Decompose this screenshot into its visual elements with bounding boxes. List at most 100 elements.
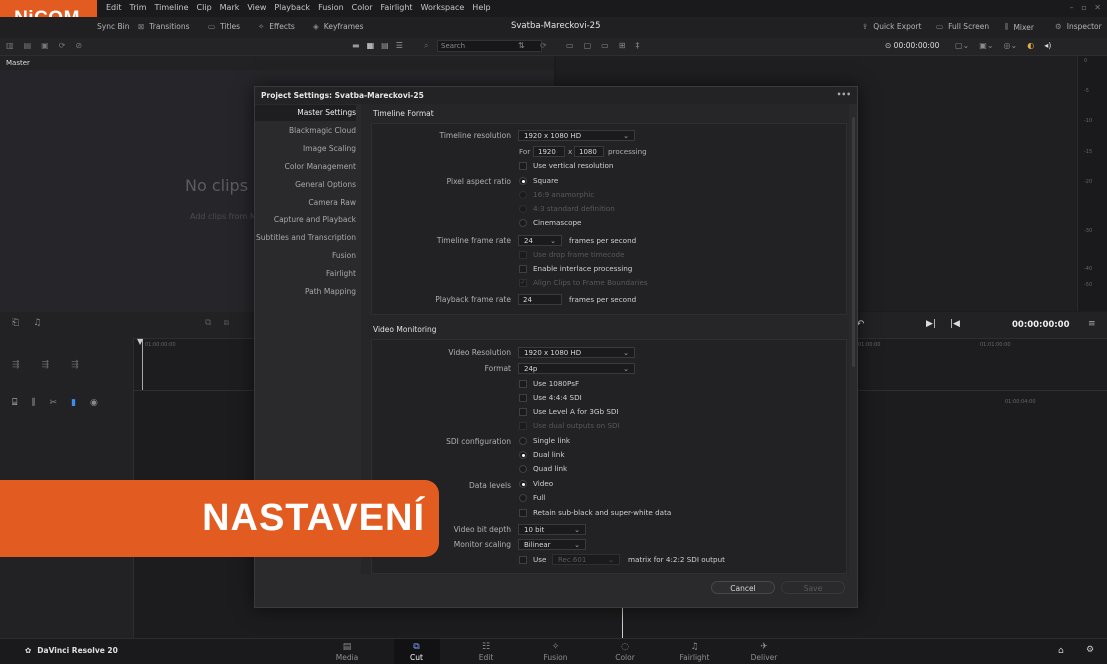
titles-button[interactable]: ▭ Titles [208, 22, 240, 31]
monitor-icon[interactable]: ▣⌄ [979, 41, 993, 50]
nav-item-capture-and-playback[interactable]: Capture and Playback [255, 212, 356, 228]
levels-full-radio[interactable] [519, 494, 527, 502]
menu-item-view[interactable]: View [247, 3, 266, 12]
page-tab-color[interactable]: ◌ Color [602, 639, 648, 664]
audio-icon[interactable]: ◎⌄ [1004, 41, 1018, 50]
align-frames-checkbox[interactable]: ✓ [519, 279, 527, 287]
bit-depth-dropdown[interactable]: 10 bit ⌄ [518, 524, 586, 535]
menu-item-fusion[interactable]: Fusion [318, 3, 344, 12]
nav-item-general-options[interactable]: General Options [255, 177, 356, 193]
color-wheel-icon[interactable]: ◐ [1027, 41, 1034, 50]
page-tab-cut[interactable]: ⧉ Cut [393, 639, 440, 664]
menu-item-color[interactable]: Color [352, 3, 373, 12]
timeline-view-icon[interactable]: ▭ [601, 41, 609, 50]
master-bin-label[interactable]: Master [6, 59, 30, 67]
psf-checkbox[interactable] [519, 380, 527, 388]
nav-item-blackmagic-cloud[interactable]: Blackmagic Cloud [255, 123, 356, 139]
nav-item-color-management[interactable]: Color Management [255, 159, 356, 175]
track-lock-icon[interactable]: ⇶ [71, 360, 79, 370]
playback-fps-field[interactable]: 24 [518, 294, 562, 305]
nav-item-camera-raw[interactable]: Camera Raw [255, 195, 356, 211]
menu-item-playback[interactable]: Playback [274, 3, 310, 12]
viewer-mode-icon[interactable]: ▢⌄ [955, 41, 969, 50]
page-tab-fairlight[interactable]: ♫ Fairlight [672, 639, 718, 664]
safe-area-icon[interactable]: ▭ [566, 41, 574, 50]
menu-item-trim[interactable]: Trim [130, 3, 147, 12]
page-tab-media[interactable]: ▤ Media [324, 639, 370, 664]
retain-checkbox[interactable] [519, 509, 527, 517]
page-tab-deliver[interactable]: ✈ Deliver [741, 639, 787, 664]
drop-frame-checkbox[interactable] [519, 251, 527, 259]
source-icon[interactable]: ▢ [584, 41, 592, 50]
single-link-radio[interactable] [519, 437, 527, 445]
par-43-radio[interactable] [519, 205, 527, 213]
par-square-radio[interactable] [519, 177, 527, 185]
dual-outputs-checkbox[interactable] [519, 422, 527, 430]
panel-toggle-icon[interactable]: ▥ [6, 41, 14, 50]
video-resolution-dropdown[interactable]: 1920 x 1080 HD ⌄ [518, 347, 635, 358]
audio-track-icon[interactable]: ♫ [33, 318, 41, 328]
prev-frame-icon[interactable]: |◀ [950, 319, 960, 329]
levela-checkbox[interactable] [519, 408, 527, 416]
effects-button[interactable]: ✧ Effects [258, 22, 295, 31]
nav-item-subtitles-and-transcription[interactable]: Subtitles and Transcription [255, 230, 356, 246]
mixer-button[interactable]: ⫼ Mixer [1005, 22, 1034, 32]
sort-icon[interactable]: ☰ [396, 41, 403, 50]
import-folder-icon[interactable]: ▣ [41, 41, 49, 50]
menu-item-fairlight[interactable]: Fairlight [381, 3, 413, 12]
import-media-icon[interactable]: ▤ [24, 41, 32, 50]
list-view-icon[interactable]: ▬ [352, 41, 360, 50]
nav-item-path-mapping[interactable]: Path Mapping [255, 284, 356, 300]
nav-item-master-settings[interactable]: Master Settings [255, 105, 356, 121]
par-cinemascope-radio[interactable] [519, 219, 527, 227]
monitor-scaling-dropdown[interactable]: Bilinear ⌄ [518, 539, 586, 550]
window-controls[interactable]: – ▫ ✕ [1070, 3, 1101, 12]
levels-video-radio[interactable] [519, 480, 527, 488]
eye-icon[interactable]: ◉ [90, 398, 98, 408]
par-169-radio[interactable] [519, 191, 527, 199]
overwrite-icon[interactable]: ⧈ [223, 318, 229, 328]
multicam-icon[interactable]: ⊞ [619, 41, 626, 50]
format-dropdown[interactable]: 24p ⌄ [518, 363, 635, 374]
dual-link-radio[interactable] [519, 451, 527, 459]
use-matrix-checkbox[interactable] [519, 556, 527, 564]
volume-icon[interactable]: ◂) [1044, 41, 1051, 50]
marker-icon[interactable]: ▮ [71, 398, 76, 408]
interlace-checkbox[interactable] [519, 265, 527, 273]
menu-item-help[interactable]: Help [472, 3, 490, 12]
search-input[interactable]: Search [437, 40, 542, 52]
timeline-fps-dropdown[interactable]: 24 ⌄ [518, 235, 562, 246]
menu-item-clip[interactable]: Clip [197, 3, 212, 12]
nav-item-image-scaling[interactable]: Image Scaling [255, 141, 356, 157]
lock-icon[interactable]: ⎗ [12, 318, 19, 328]
resolution-width-field[interactable]: 1920 [533, 146, 565, 157]
keyframes-button[interactable]: ◈ Keyframes [313, 22, 364, 31]
nav-item-fairlight[interactable]: Fairlight [255, 266, 356, 282]
clip-icon[interactable]: ⌸ [12, 398, 17, 408]
track-audio-icon[interactable]: ⇶ [42, 360, 50, 370]
audio-wave-icon[interactable]: ⫼ [31, 398, 35, 408]
inspector-button[interactable]: ⚙ Inspector [1055, 22, 1102, 31]
full-screen-button[interactable]: ▭ Full Screen [936, 22, 989, 31]
playhead[interactable] [142, 339, 143, 391]
menu-item-mark[interactable]: Mark [220, 3, 240, 12]
timeline-resolution-dropdown[interactable]: 1920 x 1080 HD ⌄ [518, 130, 635, 141]
strip-view-icon[interactable]: ▤ [381, 41, 389, 50]
cancel-button[interactable]: Cancel [711, 581, 775, 594]
vertical-resolution-checkbox[interactable] [519, 162, 527, 170]
home-icon[interactable]: ⌂ [1058, 646, 1064, 656]
menu-item-timeline[interactable]: Timeline [155, 3, 189, 12]
sdi444-checkbox[interactable] [519, 394, 527, 402]
quad-link-radio[interactable] [519, 465, 527, 473]
sync-bin-button[interactable]: Sync Bin [97, 22, 129, 31]
sort-order-icon[interactable]: ⇅ [518, 41, 525, 50]
save-button[interactable]: Save [781, 581, 845, 594]
sync-icon[interactable]: ⟳ [59, 41, 66, 50]
settings-gear-icon[interactable]: ⚙ [1086, 645, 1094, 655]
lower-playhead[interactable] [622, 606, 623, 639]
transform-icon[interactable]: ‡ [635, 41, 639, 50]
transitions-button[interactable]: ⊠ Transitions [138, 22, 189, 31]
page-tab-fusion[interactable]: ✧ Fusion [533, 639, 579, 664]
grid-view-icon[interactable]: ▦ [367, 41, 375, 50]
matrix-dropdown[interactable]: Rec.601 ⌄ [552, 554, 620, 565]
